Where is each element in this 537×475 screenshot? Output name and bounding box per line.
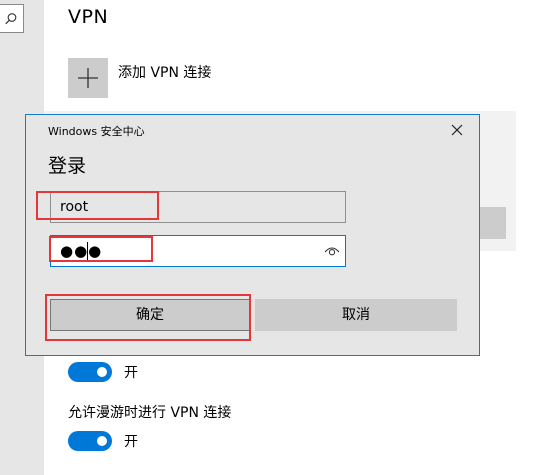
toggle-knob — [97, 436, 107, 446]
page-title: VPN — [68, 6, 109, 28]
dialog-heading: 登录 — [48, 155, 87, 177]
toggle-switch[interactable] — [68, 362, 112, 382]
close-icon — [451, 124, 463, 136]
search-icon — [5, 13, 17, 25]
eye-icon[interactable] — [324, 245, 340, 257]
search-button[interactable] — [0, 4, 24, 33]
password-mask: ●●● — [60, 242, 103, 260]
password-field[interactable]: ●●● — [50, 235, 346, 267]
close-button[interactable] — [449, 122, 465, 138]
ok-button[interactable]: 确定 — [50, 299, 250, 331]
roaming-setting-label: 允许漫游时进行 VPN 连接 — [68, 405, 232, 421]
login-dialog: Windows 安全中心 登录 root ●●● 确定 取消 — [25, 114, 480, 356]
toggle-state-label: 开 — [124, 365, 138, 381]
roaming-toggle-state-label: 开 — [124, 434, 138, 450]
username-field[interactable]: root — [50, 191, 346, 223]
text-caret — [87, 242, 88, 261]
add-vpn-button[interactable] — [68, 58, 108, 98]
plus-icon — [78, 68, 98, 88]
dialog-caption: Windows 安全中心 — [48, 125, 145, 138]
toggle-knob — [97, 367, 107, 377]
roaming-toggle-switch[interactable] — [68, 431, 112, 451]
cancel-button[interactable]: 取消 — [255, 299, 457, 331]
add-vpn-label[interactable]: 添加 VPN 连接 — [118, 62, 211, 82]
username-value: root — [60, 199, 89, 215]
